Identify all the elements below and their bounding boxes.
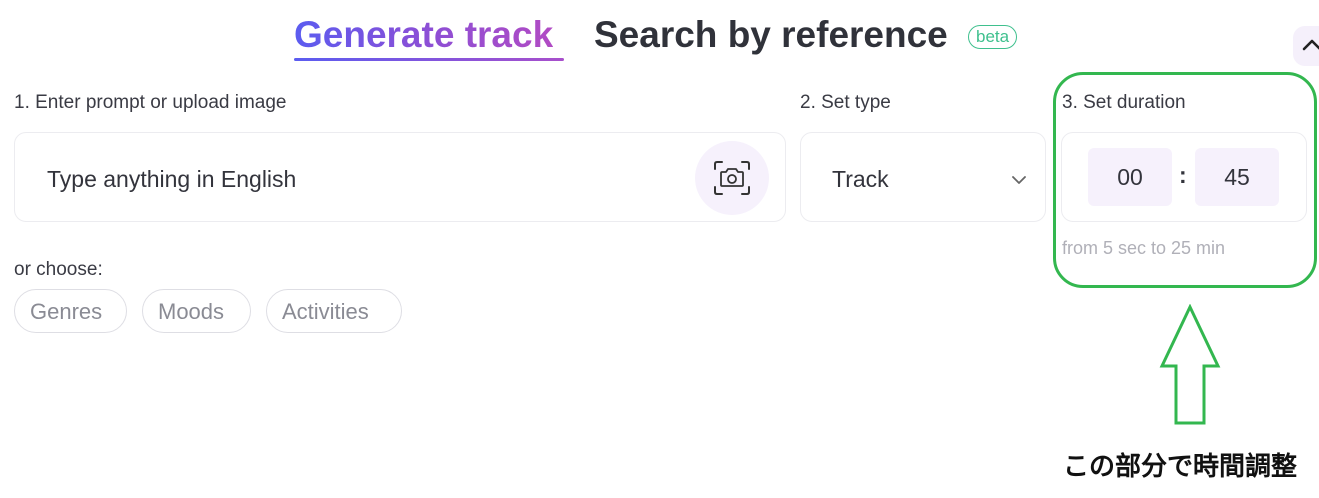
tab-generate-track[interactable]: Generate track xyxy=(294,14,553,56)
arrow-up-outline-icon xyxy=(1159,304,1221,425)
tab-search-by-reference[interactable]: Search by reference xyxy=(594,14,948,56)
prompt-field xyxy=(14,132,786,222)
chip-genres[interactable]: Genres xyxy=(14,289,127,333)
collapse-button[interactable] xyxy=(1293,26,1319,66)
type-label: 2. Set type xyxy=(800,92,891,113)
or-choose-label: or choose: xyxy=(14,259,103,280)
chevron-down-icon xyxy=(1012,176,1026,184)
beta-badge: beta xyxy=(968,25,1018,49)
type-select[interactable]: Track xyxy=(800,132,1046,222)
prompt-input[interactable] xyxy=(45,161,689,197)
active-tab-underline xyxy=(294,58,564,61)
mode-tabs: Generate track Search by reference beta xyxy=(0,10,1319,66)
chip-moods[interactable]: Moods xyxy=(142,289,251,333)
type-select-value: Track xyxy=(832,166,889,192)
prompt-label: 1. Enter prompt or upload image xyxy=(14,92,287,113)
annotation-note: この部分で時間調整 xyxy=(1063,452,1298,482)
upload-image-button[interactable] xyxy=(695,141,769,215)
duration-highlight-outline xyxy=(1053,72,1317,288)
chevron-up-icon xyxy=(1302,39,1319,51)
camera-icon xyxy=(714,161,750,195)
chip-activities[interactable]: Activities xyxy=(266,289,402,333)
